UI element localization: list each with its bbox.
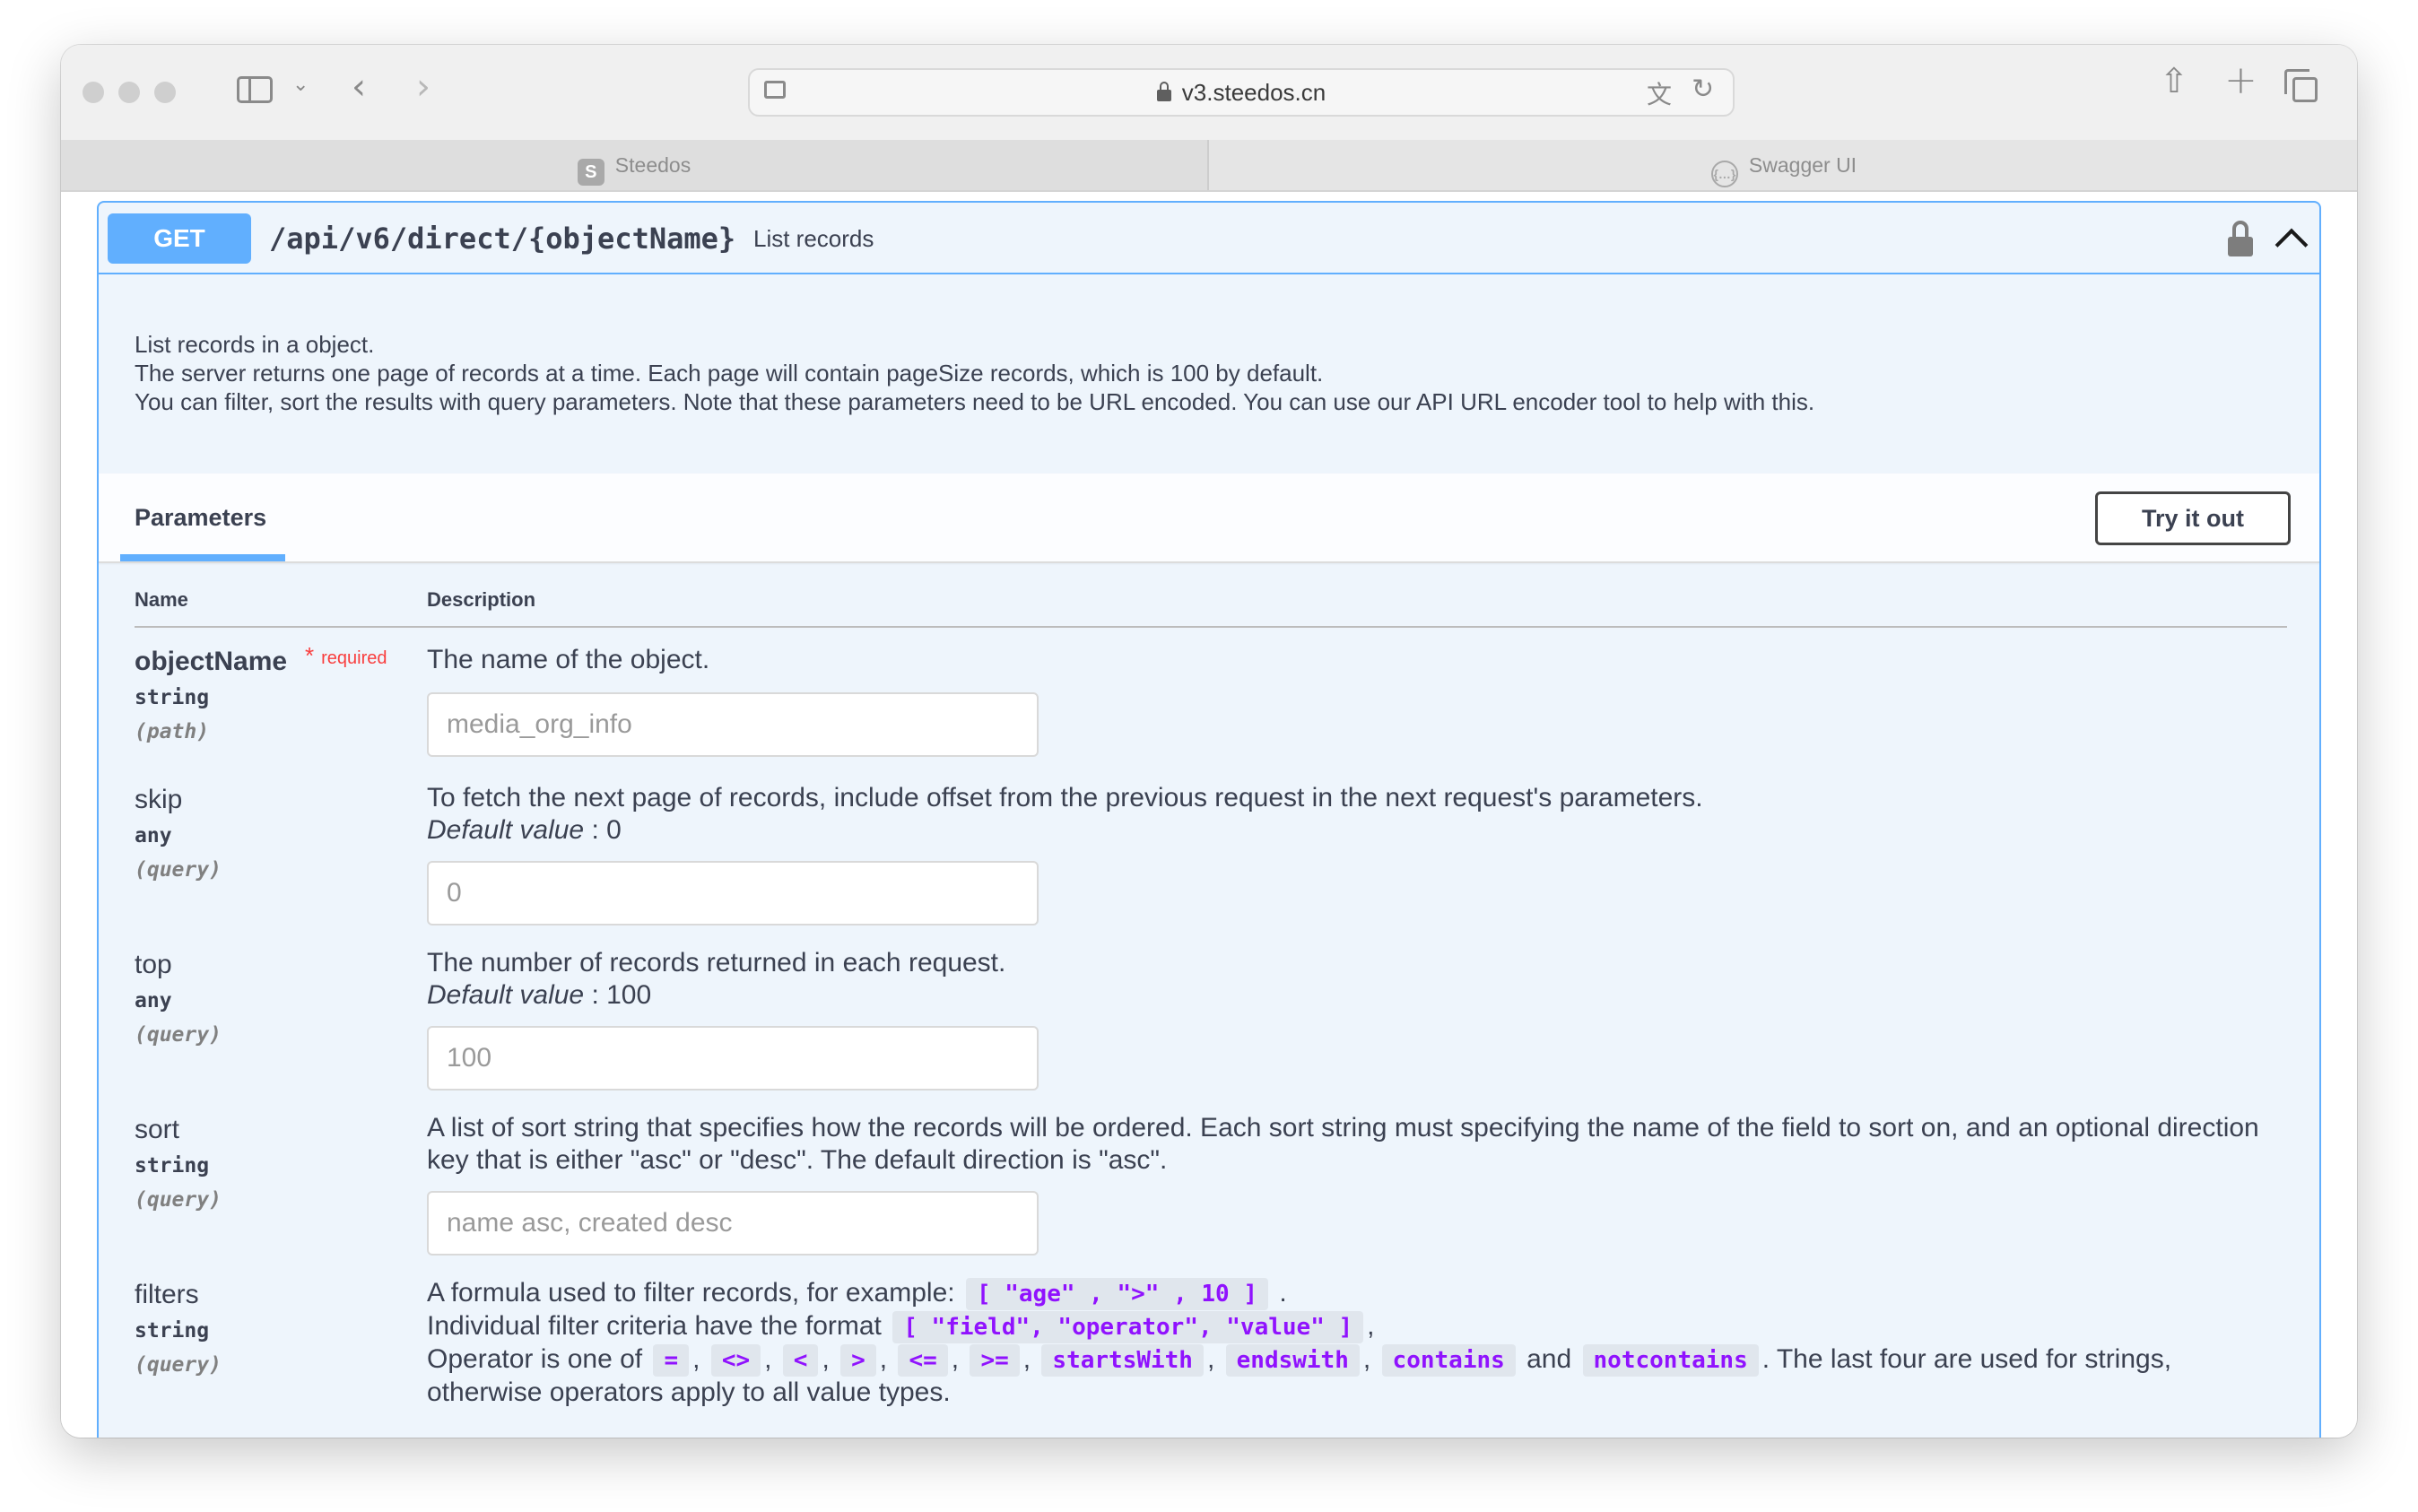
code-snippet: [ "field", "operator", "value" ] (892, 1311, 1364, 1343)
parameter-type: any (135, 824, 172, 847)
column-header-description: Description (427, 588, 536, 611)
parameter-name: top (135, 950, 172, 979)
tab-bar: S Steedos {…} Swagger UI (61, 140, 2357, 192)
operation-summary[interactable]: GET /api/v6/direct/{objectName} List rec… (99, 203, 2319, 274)
url-text: v3.steedos.cn (1181, 79, 1326, 106)
parameter-type: string (135, 1154, 210, 1177)
parameter-location: (query) (135, 1353, 222, 1377)
parameter-location: (path) (135, 720, 210, 743)
description-text: The number of records returned in each r… (427, 948, 1006, 978)
translate-icon[interactable]: 文 (1647, 75, 1672, 111)
tab-swagger-ui[interactable]: {…} Swagger UI (1211, 140, 2357, 190)
parameter-name: filters (135, 1280, 199, 1309)
operator-code: > (840, 1344, 876, 1377)
parameter-name: objectName (135, 647, 288, 676)
parameter-type: any (135, 989, 172, 1012)
new-tab-icon[interactable]: + (2224, 57, 2257, 103)
parameter-name: skip (135, 785, 183, 814)
default-value: Default value : 100 (427, 980, 652, 1010)
parameter-location: (query) (135, 1023, 222, 1047)
operation-description: List records in a object. The server ret… (135, 330, 2287, 416)
header-divider (135, 626, 2287, 628)
operator-code: = (653, 1344, 690, 1377)
parameter-description: The name of the object. (427, 645, 710, 674)
tab-label: Steedos (614, 153, 691, 177)
active-tab-indicator (120, 554, 285, 561)
url-display: v3.steedos.cn (750, 70, 1733, 115)
description-line: You can filter, sort the results with qu… (135, 388, 1815, 415)
operator-code: notcontains (1582, 1344, 1759, 1377)
endpoint-path: /api/v6/direct/{objectName} (269, 222, 736, 256)
top-input[interactable] (427, 1026, 1039, 1091)
address-bar[interactable]: v3.steedos.cn 文 ↻ (748, 68, 1735, 117)
filters-format-line: Individual filter criteria have the form… (427, 1310, 2287, 1343)
browser-toolbar: ⌄ ‹ › v3.steedos.cn 文 ↻ ⇧ + (61, 45, 2357, 140)
operator-code: startsWith (1041, 1344, 1204, 1377)
column-header-name: Name (135, 588, 188, 611)
default-value: Default value : 0 (427, 815, 622, 845)
parameter-description: To fetch the next page of records, inclu… (427, 782, 2287, 847)
operator-code: contains (1381, 1344, 1516, 1377)
filters-example-line: A formula used to filter records, for ex… (427, 1277, 2287, 1310)
minimize-window-button[interactable] (118, 82, 140, 103)
parameter-description: A list of sort string that specifies how… (427, 1113, 2259, 1175)
chevron-down-icon[interactable]: ⌄ (292, 74, 309, 96)
objectname-input[interactable] (427, 692, 1039, 757)
operator-code: endswith (1225, 1344, 1360, 1377)
sidebar-toggle-icon[interactable] (237, 76, 273, 103)
back-icon[interactable]: ‹ (352, 66, 366, 108)
description-text: To fetch the next page of records, inclu… (427, 783, 1703, 812)
operator-code: < (782, 1344, 819, 1377)
http-method-badge: GET (108, 213, 251, 264)
description-line: The server returns one page of records a… (135, 360, 1324, 387)
filters-operators-line: Operator is one of =, <>, <, >, <=, >=, … (427, 1343, 2287, 1377)
parameter-name: sort (135, 1115, 180, 1144)
tab-label: Swagger UI (1748, 153, 1857, 177)
parameter-location: (query) (135, 858, 222, 882)
share-icon[interactable]: ⇧ (2160, 61, 2188, 100)
sort-input[interactable] (427, 1191, 1039, 1256)
filters-note-line: otherwise operators apply to all value t… (427, 1377, 951, 1407)
operator-code: >= (970, 1344, 1020, 1377)
parameters-header: Parameters Try it out (99, 474, 2319, 563)
chevron-up-icon[interactable] (2269, 215, 2316, 262)
skip-input[interactable] (427, 861, 1039, 925)
parameter-type: string (135, 686, 210, 709)
lock-icon (1156, 82, 1171, 101)
parameter-description: A formula used to filter records, for ex… (427, 1277, 2287, 1409)
tab-parameters[interactable]: Parameters (135, 474, 266, 561)
parameter-type: string (135, 1319, 210, 1343)
steedos-favicon-icon: S (577, 159, 604, 186)
browser-window: ⌄ ‹ › v3.steedos.cn 文 ↻ ⇧ + S Steedos {…}… (61, 45, 2357, 1438)
code-snippet: [ "age" , ">" , 10 ] (965, 1278, 1269, 1310)
authorization-lock-icon[interactable] (2224, 219, 2257, 258)
operator-code: <> (710, 1344, 761, 1377)
tab-steedos[interactable]: S Steedos (61, 140, 1209, 190)
parameter-description: The number of records returned in each r… (427, 947, 2287, 1012)
page-content: GET /api/v6/direct/{objectName} List rec… (61, 192, 2357, 1438)
zoom-window-button[interactable] (154, 82, 176, 103)
tab-overview-icon[interactable] (2284, 69, 2318, 102)
close-window-button[interactable] (83, 82, 104, 103)
swagger-favicon-icon: {…} (1710, 161, 1738, 187)
reload-icon[interactable]: ↻ (1692, 74, 1714, 105)
forward-icon[interactable]: › (416, 66, 431, 108)
operator-code: <= (898, 1344, 948, 1377)
operation-summary-text: List records (753, 225, 874, 252)
description-line: List records in a object. (135, 331, 375, 358)
try-it-out-button[interactable]: Try it out (2095, 491, 2291, 545)
parameter-location: (query) (135, 1188, 222, 1212)
required-indicator: * required (305, 642, 387, 669)
operation-block: GET /api/v6/direct/{objectName} List rec… (97, 201, 2321, 1438)
